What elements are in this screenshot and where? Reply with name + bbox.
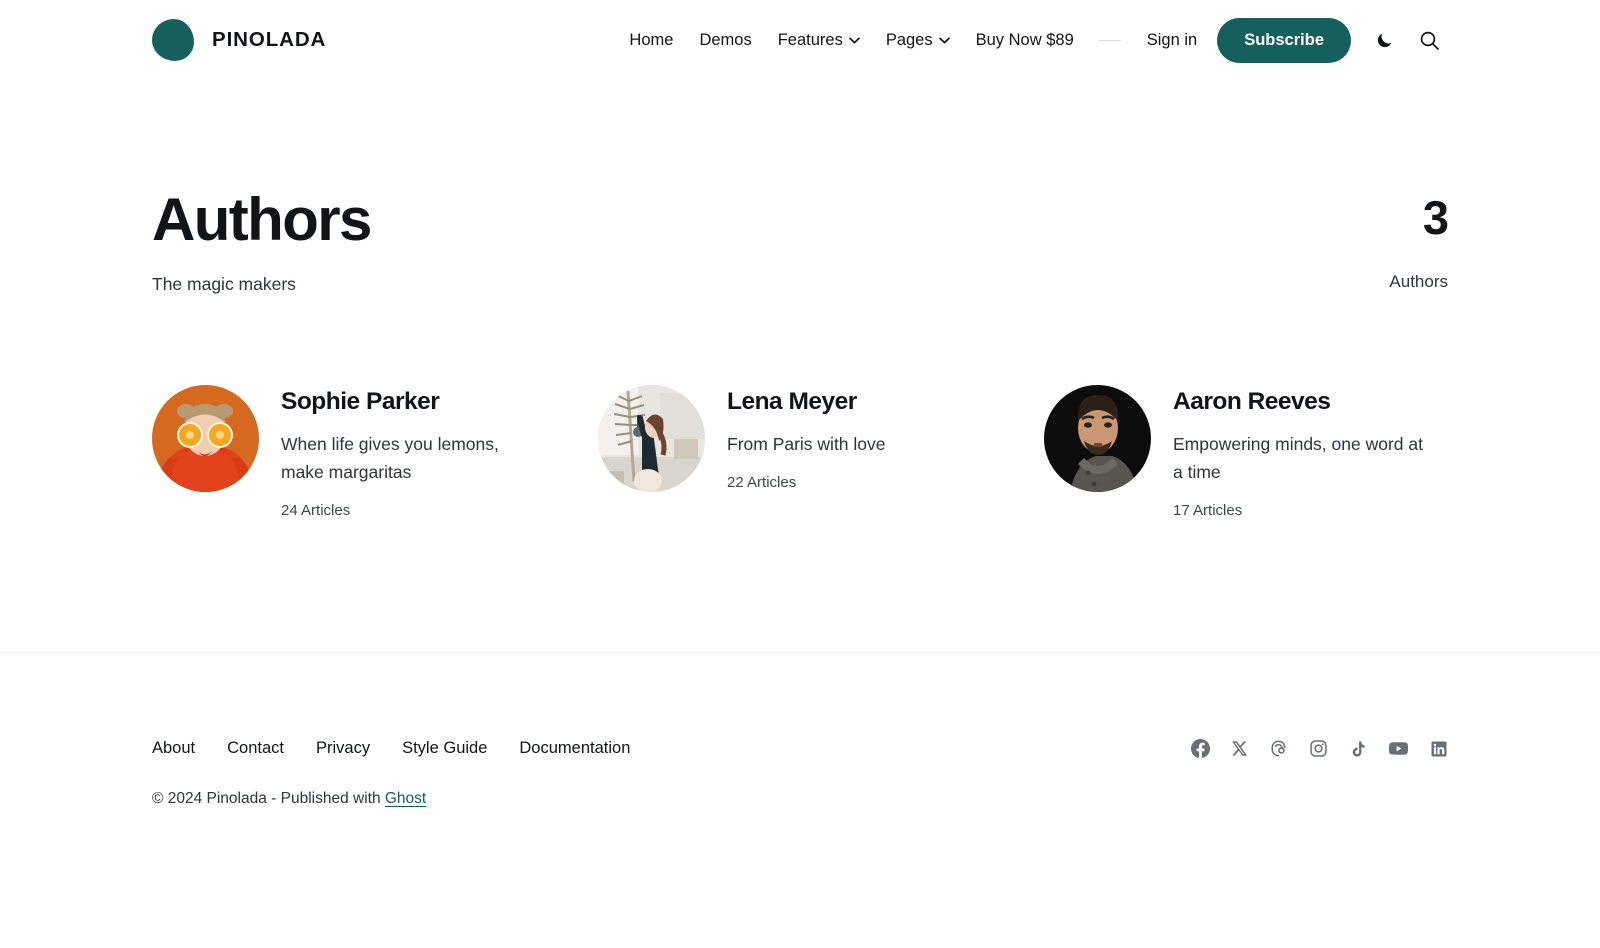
dark-mode-toggle[interactable] (1367, 22, 1403, 58)
footer-top-row: About Contact Privacy Style Guide Docume… (152, 738, 1448, 759)
avatar[interactable] (1044, 385, 1151, 492)
author-info: Lena Meyer From Paris with love 22 Artic… (727, 381, 886, 491)
author-bio: From Paris with love (727, 430, 886, 458)
page-subtitle: The magic makers (152, 274, 371, 295)
copyright-text: © 2024 Pinolada - Published with Ghost (152, 790, 1448, 808)
author-count-number: 3 (1389, 192, 1448, 244)
authors-grid: Sophie Parker When life gives you lemons… (0, 381, 1600, 519)
footer-link-documentation[interactable]: Documentation (519, 739, 630, 758)
x-icon (1231, 740, 1248, 757)
copyright-prefix: © 2024 Pinolada - Published with (152, 790, 385, 807)
ghost-link[interactable]: Ghost (385, 790, 426, 807)
author-info: Aaron Reeves Empowering minds, one word … (1173, 381, 1428, 519)
moon-icon (1375, 30, 1395, 50)
author-name: Sophie Parker (281, 387, 536, 416)
footer-link-style-guide[interactable]: Style Guide (402, 739, 487, 758)
nav-item-pages[interactable]: Pages (873, 23, 963, 58)
nav-divider (1099, 40, 1121, 41)
avatar[interactable] (152, 385, 259, 492)
nav-label: Home (629, 31, 673, 50)
page-title: Authors (152, 188, 371, 252)
tiktok-icon (1349, 740, 1367, 758)
main-navigation: Home Demos Features Pages Buy Now $89 Si… (616, 18, 1448, 63)
author-info: Sophie Parker When life gives you lemons… (281, 381, 536, 519)
footer-divider (0, 652, 1600, 653)
author-count-label: Authors (1389, 272, 1448, 292)
search-icon (1419, 30, 1440, 51)
youtube-icon (1388, 738, 1409, 759)
blob-logo-icon (152, 19, 194, 61)
avatar[interactable] (598, 385, 705, 492)
linkedin-link[interactable] (1430, 740, 1448, 758)
footer-link-about[interactable]: About (152, 739, 195, 758)
page-title-block: Authors The magic makers (152, 188, 371, 295)
chevron-down-icon (849, 37, 860, 44)
nav-item-demos[interactable]: Demos (686, 23, 764, 58)
author-article-count: 22 Articles (727, 474, 886, 491)
brand-logo-link[interactable]: PINOLADA (152, 19, 326, 61)
woman-in-bright-room-avatar (598, 385, 705, 492)
man-in-grey-sweater-avatar (1044, 385, 1151, 492)
nav-item-features[interactable]: Features (765, 23, 873, 58)
nav-item-buy-now[interactable]: Buy Now $89 (963, 23, 1087, 58)
site-header: PINOLADA Home Demos Features Pages Buy N… (0, 0, 1600, 80)
footer-link-contact[interactable]: Contact (227, 739, 284, 758)
threads-icon (1269, 739, 1288, 758)
nav-label: Buy Now $89 (976, 31, 1074, 50)
facebook-icon (1191, 739, 1210, 758)
linkedin-icon (1430, 740, 1448, 758)
author-card[interactable]: Lena Meyer From Paris with love 22 Artic… (598, 381, 1002, 519)
author-article-count: 24 Articles (281, 502, 536, 519)
page-header-section: Authors The magic makers 3 Authors (0, 80, 1600, 295)
instagram-icon (1309, 739, 1328, 758)
social-links (1191, 738, 1448, 759)
site-footer: About Contact Privacy Style Guide Docume… (0, 738, 1600, 808)
author-bio: Empowering minds, one word at a time (1173, 430, 1428, 486)
tiktok-link[interactable] (1349, 740, 1367, 758)
chevron-down-icon (939, 37, 950, 44)
author-count-block: 3 Authors (1389, 188, 1448, 292)
facebook-link[interactable] (1191, 739, 1210, 758)
nav-label: Demos (699, 31, 751, 50)
brand-name: PINOLADA (212, 28, 326, 52)
author-name: Aaron Reeves (1173, 387, 1428, 416)
nav-label: Pages (886, 31, 933, 50)
author-article-count: 17 Articles (1173, 502, 1428, 519)
footer-navigation: About Contact Privacy Style Guide Docume… (152, 739, 630, 758)
footer-link-privacy[interactable]: Privacy (316, 739, 370, 758)
woman-holding-orange-halves-avatar (152, 385, 259, 492)
subscribe-button[interactable]: Subscribe (1217, 18, 1351, 63)
nav-item-home[interactable]: Home (616, 23, 686, 58)
x-twitter-link[interactable] (1231, 740, 1248, 757)
search-button[interactable] (1411, 22, 1448, 59)
author-card[interactable]: Sophie Parker When life gives you lemons… (152, 381, 556, 519)
signin-link[interactable]: Sign in (1133, 23, 1211, 58)
author-card[interactable]: Aaron Reeves Empowering minds, one word … (1044, 381, 1448, 519)
threads-link[interactable] (1269, 739, 1288, 758)
author-name: Lena Meyer (727, 387, 886, 416)
youtube-link[interactable] (1388, 738, 1409, 759)
instagram-link[interactable] (1309, 739, 1328, 758)
nav-label: Features (778, 31, 843, 50)
authors-page: PINOLADA Home Demos Features Pages Buy N… (0, 0, 1600, 948)
author-bio: When life gives you lemons, make margari… (281, 430, 536, 486)
